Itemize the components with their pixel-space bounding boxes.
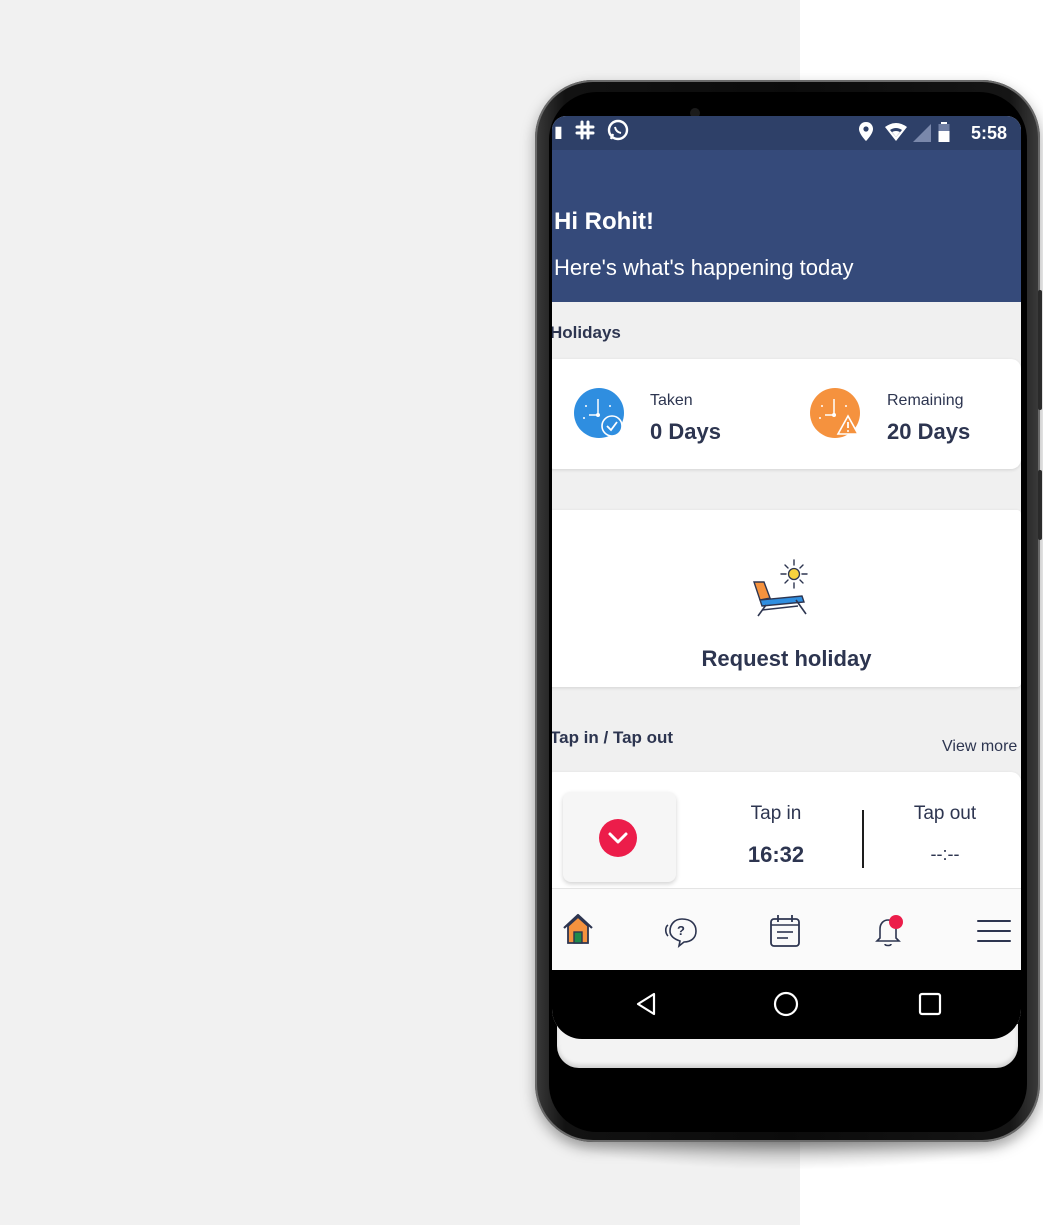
back-icon[interactable] [628, 986, 664, 1022]
signal-icon [912, 123, 932, 148]
tap-in-label: Tap in [750, 803, 802, 824]
whatsapp-icon [606, 119, 630, 148]
greeting-subtitle: Here's what's happening today [554, 255, 854, 280]
tap-divider [862, 810, 864, 868]
home-icon[interactable] [560, 911, 600, 951]
app-screen: ▮ 5:58 Hi Rohit! Here's what's happening… [552, 116, 1021, 1039]
tap-section-title: Tap in / Tap out [552, 728, 674, 747]
notification-icon: ▮ [554, 124, 563, 141]
calendar-icon[interactable] [766, 911, 806, 951]
battery-icon [938, 121, 950, 148]
status-bar: ▮ 5:58 [552, 116, 1021, 150]
help-chat-icon[interactable]: ? [662, 911, 702, 951]
tap-out-label: Tap out [913, 803, 977, 824]
holidays-title: Holidays [552, 323, 621, 342]
taken-label: Taken [650, 392, 693, 409]
slack-icon [574, 119, 596, 146]
remaining-clock-icon [810, 388, 860, 438]
tap-out-value: --:-- [930, 844, 960, 864]
recents-icon[interactable] [912, 986, 948, 1022]
holidays-card: Taken 0 Days Remaining 20 Days [552, 359, 1021, 469]
notifications-icon[interactable] [868, 911, 908, 951]
android-nav-bar [552, 970, 1021, 1039]
tap-toggle-button[interactable] [563, 792, 676, 882]
bottom-nav: ? [552, 888, 1021, 970]
taken-value: 0 Days [650, 419, 721, 444]
remaining-label: Remaining [887, 392, 964, 409]
status-time: 5:58 [971, 123, 1008, 143]
home-circle-icon[interactable] [768, 986, 804, 1022]
power-button [1038, 470, 1042, 540]
wifi-icon [884, 122, 908, 147]
menu-icon[interactable] [974, 911, 1014, 951]
view-more-link[interactable]: View more [942, 738, 1017, 756]
remaining-value: 20 Days [887, 419, 971, 444]
taken-clock-icon [574, 388, 624, 438]
request-holiday-label[interactable]: Request holiday [552, 646, 1021, 672]
greeting-text: Hi Rohit! [554, 208, 654, 235]
location-icon [858, 121, 874, 148]
tap-in-value: 16:32 [747, 842, 805, 867]
stage: ▮ 5:58 Hi Rohit! Here's what's happening… [0, 0, 1043, 1225]
volume-button [1038, 290, 1042, 410]
sunbed-icon [748, 558, 812, 618]
svg-text:?: ? [677, 923, 685, 938]
chevron-down-icon [599, 819, 637, 857]
